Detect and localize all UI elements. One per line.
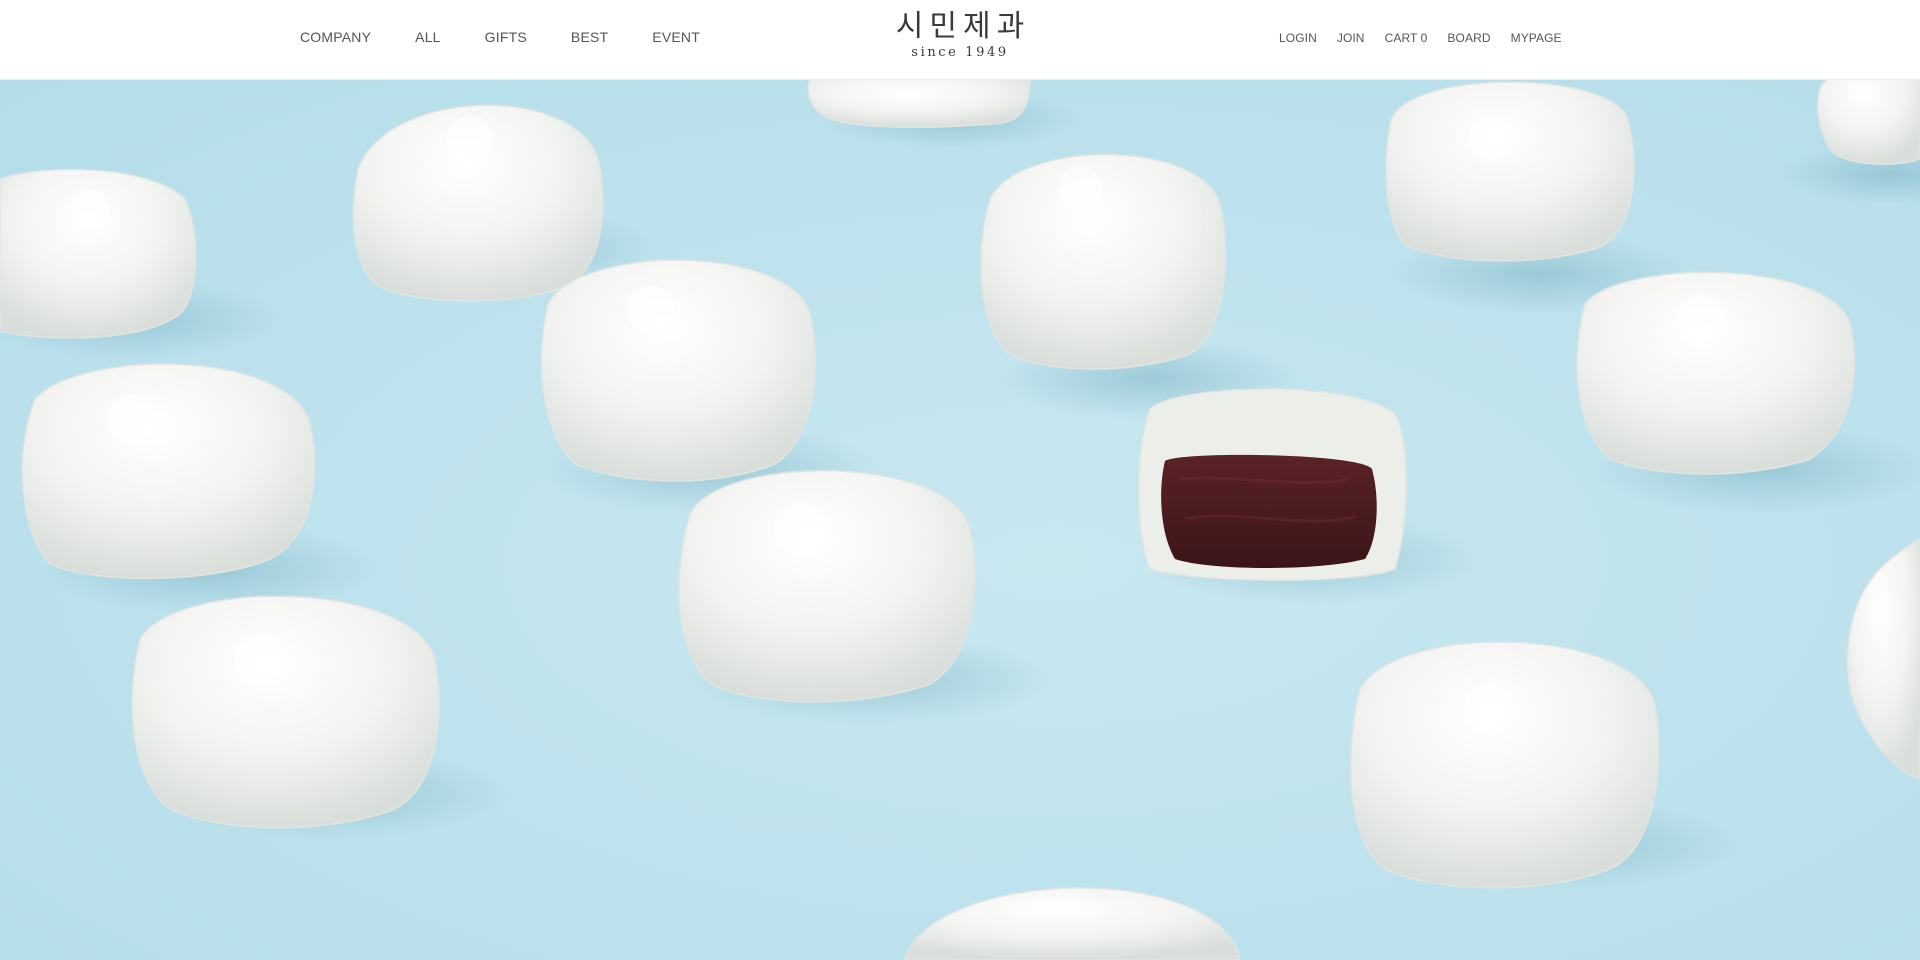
site-logo[interactable]: 시민제과 since 1949 <box>890 10 1030 61</box>
cart-link[interactable]: CART 0 <box>1385 31 1428 45</box>
cut-rice-cake-red-bean <box>1138 388 1407 581</box>
login-link[interactable]: LOGIN <box>1279 31 1317 45</box>
hero-slider[interactable] <box>0 79 1920 960</box>
nav-all-link[interactable]: ALL <box>415 29 441 45</box>
board-link[interactable]: BOARD <box>1447 31 1490 45</box>
nav-event-link[interactable]: EVENT <box>652 29 700 45</box>
mypage-link[interactable]: MYPAGE <box>1511 31 1562 45</box>
nav-best-link[interactable]: BEST <box>571 29 608 45</box>
hero-image-rice-cakes <box>0 79 1920 960</box>
nav-company-link[interactable]: COMPANY <box>300 29 371 45</box>
logo-since-text: since 1949 <box>911 45 1009 60</box>
site-header: COMPANY ALL GIFTS BEST EVENT 시민제과 since … <box>0 0 1920 80</box>
logo-korean-text: 시민제과 <box>895 9 1031 44</box>
nav-gifts-link[interactable]: GIFTS <box>485 29 527 45</box>
utility-nav: LOGIN JOIN CART 0 BOARD MYPAGE <box>1279 31 1582 45</box>
main-nav: COMPANY ALL GIFTS BEST EVENT <box>300 29 744 45</box>
rice-cakes <box>0 79 1920 960</box>
join-link[interactable]: JOIN <box>1337 31 1365 45</box>
